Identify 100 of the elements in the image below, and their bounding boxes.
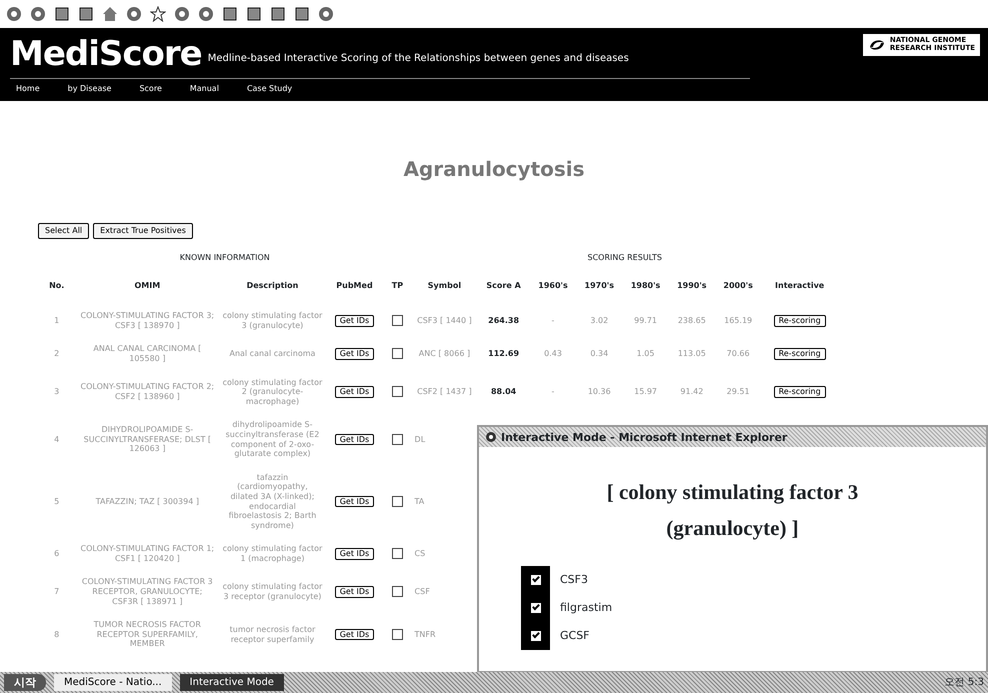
taskbar-button[interactable]: Interactive Mode: [180, 674, 284, 691]
description-cell-text: colony stimulating factor 3 (granulocyte): [222, 310, 324, 332]
start-button[interactable]: 시작: [4, 674, 46, 691]
checkbox[interactable]: [392, 496, 403, 507]
checkbox[interactable]: [392, 434, 403, 446]
term-label: filgrastim: [560, 600, 612, 616]
row-number: 3: [53, 386, 60, 398]
decade-score: 0.34: [589, 348, 610, 360]
decade-score: 15.97: [633, 386, 658, 398]
row-number: 1: [53, 314, 60, 327]
score-cell-text: 88.04: [490, 386, 518, 398]
checkbox[interactable]: [530, 603, 540, 614]
clock: 오전 5:3: [944, 676, 984, 690]
decade-score: -: [550, 386, 556, 398]
omim-cell-text: COLONY-STIMULATING FACTOR 3 RECEPTOR, GRANULOCYTE; CSF3R [ 138971 ]: [80, 576, 214, 608]
description-cell-text: colony stimulating factor 3 receptor (granulocyte): [222, 581, 324, 603]
column-header: Score A: [485, 280, 522, 292]
popup-title: Interactive Mode - Microsoft Internet Explorer: [501, 430, 788, 444]
symbol-cell-text: CS: [414, 548, 426, 560]
symbol-cell-text: TA: [414, 496, 426, 508]
decade-score: 165.19: [723, 314, 754, 327]
nav-link[interactable]: Case Study: [246, 83, 292, 95]
omim-cell-text: DIHYDROLIPOAMIDE S-SUCCINYLTRANSFERASE; DLST [ 126063 ]: [82, 424, 212, 456]
home-icon[interactable]: [102, 6, 118, 22]
get-ids-button[interactable]: Get IDs: [334, 548, 374, 560]
term-label: CSF3: [560, 572, 588, 588]
column-header: 1980's: [630, 280, 662, 292]
description-cell-text: dihydrolipoamide S-succinyltransferase (E2 component of 2-oxo-glutarate complex): [224, 419, 320, 460]
column-header: TP: [390, 280, 404, 292]
column-header: 1990's: [676, 280, 708, 292]
nav-link[interactable]: Manual: [190, 83, 219, 95]
site-logo[interactable]: MediScore: [10, 34, 202, 74]
rescoring-button[interactable]: Re-scoring: [774, 314, 826, 327]
section-heading: KNOWN INFORMATION: [178, 252, 271, 264]
omim-cell-text: COLONY-STIMULATING FACTOR 3; CSF3 [ 138970 ]: [80, 310, 216, 332]
get-ids-button[interactable]: Get IDs: [334, 348, 374, 360]
row-number: 7: [53, 586, 60, 598]
description-cell-text: tafazzin (cardiomyopathy, dilated 3A (X-linked); endocardial fibroelastosis 2; Barth syndrome): [228, 472, 318, 532]
column-header: Description: [246, 280, 300, 292]
checkbox[interactable]: [392, 315, 403, 326]
decade-score: 238.65: [676, 314, 707, 327]
popup-heading: [ colony stimulating factor 3 (granulocyte) ]: [606, 479, 860, 542]
decade-score: 1.05: [636, 348, 656, 360]
nav-link[interactable]: by Disease: [68, 83, 112, 95]
get-ids-button[interactable]: Get IDs: [334, 314, 374, 327]
column-header: 2000's: [722, 280, 754, 292]
row-number: 6: [53, 548, 60, 560]
symbol-cell-text: ANC [ 8066 ]: [418, 348, 472, 360]
column-header: Interactive: [774, 280, 826, 292]
decade-score: -: [550, 314, 556, 327]
rescoring-button[interactable]: Re-scoring: [774, 386, 826, 398]
checkbox[interactable]: [530, 575, 540, 586]
checkbox[interactable]: [392, 548, 403, 560]
checkbox[interactable]: [392, 386, 403, 398]
symbol-cell-text: TNFR: [414, 628, 437, 641]
column-header: PubMed: [335, 280, 374, 292]
section-heading: SCORING RESULTS: [586, 252, 663, 264]
checkbox[interactable]: [530, 631, 540, 642]
extract-button[interactable]: Extract True Positives: [93, 223, 193, 239]
checkbox[interactable]: [392, 629, 403, 640]
get-ids-button[interactable]: Get IDs: [334, 496, 374, 508]
get-ids-button[interactable]: Get IDs: [334, 434, 374, 446]
score-cell-text: 112.69: [487, 348, 520, 360]
checkbox[interactable]: [392, 586, 403, 598]
column-header: Symbol: [426, 280, 462, 292]
get-ids-button[interactable]: Get IDs: [334, 628, 374, 640]
row-number: 8: [53, 628, 60, 641]
checkbox[interactable]: [392, 348, 403, 360]
row-number: 5: [53, 496, 60, 508]
description-cell-text: colony stimulating factor 2 (granulocyte-macrophage): [222, 376, 324, 408]
term-label: GCSF: [560, 628, 590, 644]
omim-cell-text: COLONY-STIMULATING FACTOR 2; CSF2 [ 138960 ]: [80, 381, 216, 403]
decade-score: 99.71: [633, 314, 658, 327]
description-cell-text: colony stimulating factor 1 (macrophage): [222, 543, 324, 565]
taskbar-button[interactable]: MediScore - Natio...: [54, 674, 172, 691]
decade-score: 91.42: [679, 386, 704, 398]
column-header: No.: [48, 280, 66, 292]
select-all-button[interactable]: Select All: [38, 223, 90, 239]
nav-link[interactable]: Score: [139, 83, 162, 95]
row-number: 2: [53, 348, 60, 360]
decade-score: 113.05: [676, 348, 707, 360]
page-title: Agranulocytosis: [402, 157, 586, 181]
nav-link[interactable]: Home: [16, 83, 40, 95]
decade-score: 29.51: [726, 386, 751, 398]
row-number: 4: [53, 434, 60, 446]
symbol-cell-text: CSF3 [ 1440 ]: [416, 314, 473, 327]
rescoring-button[interactable]: Re-scoring: [774, 348, 826, 360]
column-header: 1960's: [537, 280, 569, 292]
score-cell-text: 264.38: [487, 314, 520, 327]
symbol-cell-text: DL: [414, 434, 426, 446]
omim-cell-text: ANAL CANAL CARCINOMA [ 105580 ]: [92, 343, 202, 365]
browser-icon: [485, 431, 497, 443]
description-cell-text: Anal canal carcinoma: [228, 348, 316, 360]
decade-score: 10.36: [586, 386, 612, 398]
star-icon[interactable]: [150, 6, 166, 22]
symbol-cell-text: CSF: [414, 586, 431, 598]
omim-cell-text: COLONY-STIMULATING FACTOR 1; CSF1 [ 120420 ]: [80, 543, 216, 565]
get-ids-button[interactable]: Get IDs: [334, 386, 374, 398]
get-ids-button[interactable]: Get IDs: [334, 586, 374, 598]
decade-score: 70.66: [726, 348, 751, 360]
